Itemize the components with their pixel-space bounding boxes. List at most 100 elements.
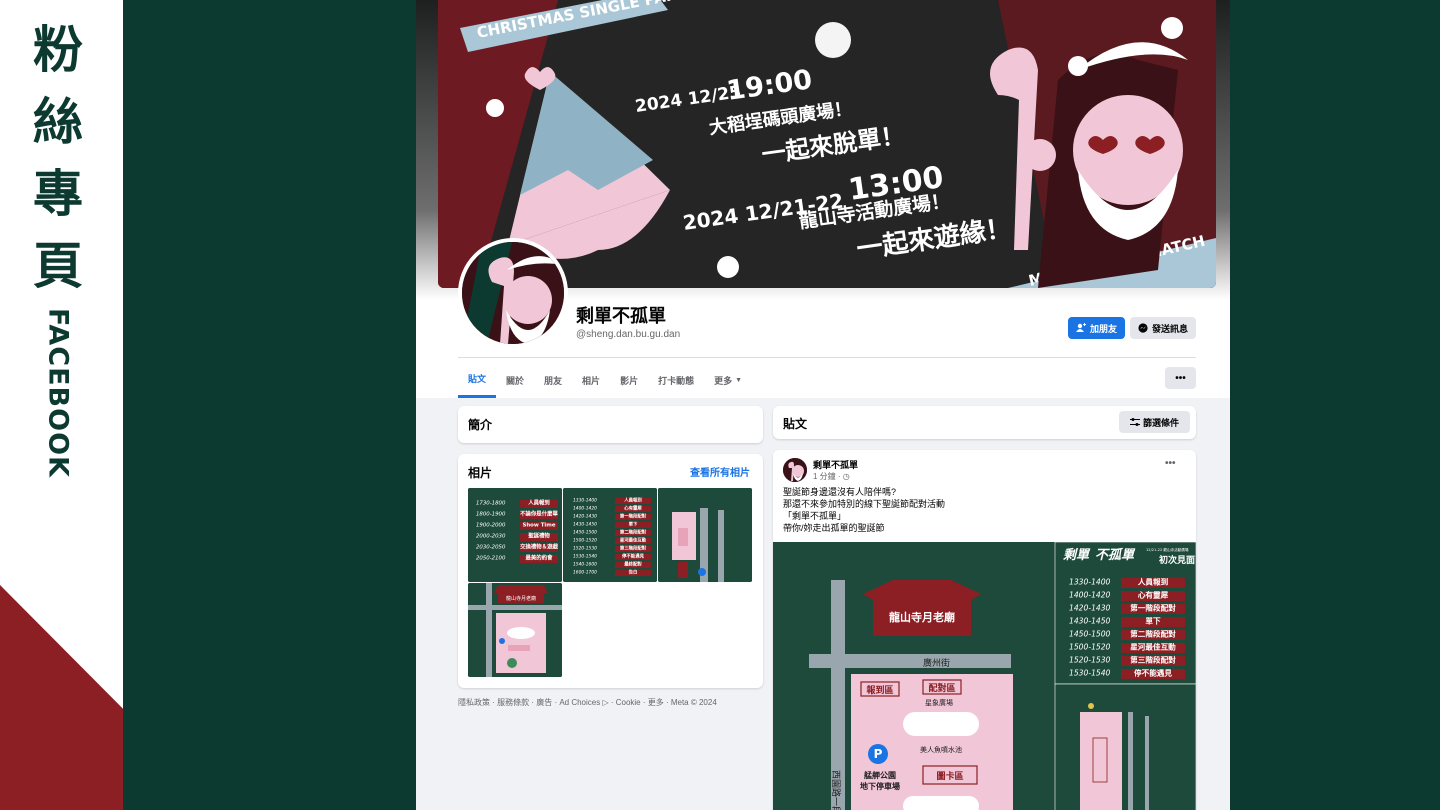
map-checkin-label: 報到區 — [866, 684, 893, 696]
post-media[interactable]: 龍山寺月老廟 廣州街 西園路一段 報到區 配對區 星象廣場 美人魚噴水池 P 艋… — [773, 541, 1196, 810]
parking-label: 艋舺公園 — [863, 770, 896, 780]
post-line: 那還不來參加特別的線下聖誕節配對活動 — [783, 499, 946, 509]
schedule-row: 1520-1530 第三階段配對 — [1069, 654, 1185, 666]
schedule-title: 剩單 — [1063, 547, 1091, 563]
page-name: 剩單不孤單 — [576, 306, 666, 326]
schedule-time: 1420-1430 — [573, 514, 597, 520]
send-message-button[interactable]: 發送訊息 — [1130, 317, 1196, 339]
schedule-activity: 第二階段配對 — [620, 529, 647, 536]
schedule-row: 1450-1500 第二階段配對 — [1069, 628, 1185, 640]
side-panel: 粉 絲 專 頁 FACEBOOK — [0, 0, 123, 810]
schedule-subtitle: 初次見面 — [1159, 554, 1195, 566]
tab-label: 貼文 — [468, 374, 487, 384]
filter-icon — [1129, 418, 1140, 426]
schedule-thumbnail-1: 1730-1800 人員報到 1800-1900 不論你是什麼單 1900-2000 Sh… — [468, 488, 562, 582]
schedule-activity: 停不能遇見 — [622, 553, 645, 560]
map-thumbnail — [658, 488, 752, 582]
intro-card: 簡介 — [458, 406, 763, 443]
decorative-red-triangle — [0, 585, 123, 810]
tab-friends[interactable]: 朋友 — [534, 362, 572, 398]
slide-title-char: 頁 — [33, 237, 83, 295]
photo-thumbnail[interactable]: 1730-1800 人員報到 1800-1900 不論你是什麼單 1900-2000 Sh… — [468, 488, 562, 582]
more-options-button[interactable]: ••• — [1165, 367, 1196, 389]
schedule-time: 1430-1450 — [573, 522, 597, 528]
profile-tabs: 貼文 關於 朋友 相片 影片 打卡動態 更多 ▼ — [458, 362, 752, 398]
posts-header-card: 貼文 篩選條件 — [773, 406, 1196, 439]
schedule-activity: 心有靈犀 — [624, 505, 642, 512]
post-timestamp[interactable]: 1 分鐘 · ◷ — [813, 471, 850, 482]
schedule-activity: 最終配對 — [624, 561, 642, 568]
photo-thumbnail[interactable]: 1330-1400 人員報到 1400-1420 心有靈犀 1420-1430 第一階段配… — [563, 488, 657, 582]
schedule-row: 1500-1520 星河最佳互動 — [1069, 641, 1185, 653]
tab-posts[interactable]: 貼文 — [458, 362, 497, 398]
tab-label: 關於 — [506, 375, 525, 386]
schedule-activity: 人員報到 — [1137, 576, 1169, 586]
page-handle: @sheng.dan.bu.gu.dan — [576, 329, 681, 340]
tab-checkins[interactable]: 打卡動態 — [648, 362, 704, 398]
profile-picture-artwork — [462, 242, 564, 344]
schedule-time: 1400-1420 — [1069, 590, 1111, 599]
schedule-time: 1500-1520 — [573, 538, 597, 544]
tab-videos[interactable]: 影片 — [610, 362, 648, 398]
photo-thumbnail[interactable]: 龍山寺月老廟 — [468, 583, 562, 677]
schedule-date: 12/21-22 龍山寺活動廣場 — [1146, 547, 1189, 552]
schedule-activity: 人員報到 — [624, 497, 642, 504]
map-plaza-label: 星象廣場 — [925, 698, 953, 707]
profile-header: CHRISTMAS SINGLE PARTY MEET MINGLE MATCH — [416, 0, 1230, 398]
tab-label: 打卡動態 — [658, 375, 695, 386]
schedule-activity: 人員報到 — [528, 499, 550, 507]
schedule-time: 1430-1450 — [1069, 616, 1111, 625]
filter-label: 篩選條件 — [1142, 417, 1179, 428]
schedule-activity: Show Time — [522, 523, 555, 529]
schedule-time: 1520-1530 — [573, 546, 597, 552]
cover-photo[interactable]: CHRISTMAS SINGLE PARTY MEET MINGLE MATCH — [438, 0, 1216, 288]
schedule-time: 1900-2000 — [476, 523, 506, 529]
messenger-icon — [1138, 323, 1148, 333]
see-all-photos-link[interactable]: 查看所有相片 — [690, 464, 750, 479]
schedule-thumbnail-2: 1330-1400 人員報到 1400-1420 心有靈犀 1420-1430 第一階段配… — [563, 488, 657, 582]
post-menu-button[interactable]: ••• — [1165, 458, 1176, 469]
schedule-time: 1420-1430 — [1069, 603, 1111, 612]
filter-button[interactable]: 篩選條件 — [1119, 411, 1190, 433]
post-author-avatar[interactable] — [783, 458, 807, 482]
schedule-activity: 第三階段配對 — [1130, 654, 1176, 664]
schedule-activity: 單下 — [1145, 615, 1161, 625]
schedule-activity: 單下 — [629, 521, 638, 528]
intro-title: 簡介 — [468, 418, 493, 432]
post-author-name[interactable]: 剩單不孤單 — [813, 458, 858, 471]
schedule-activity: 最美的約會 — [526, 554, 554, 562]
schedule-activity: 不論你是什麼單 — [520, 510, 558, 518]
cover-artwork: CHRISTMAS SINGLE PARTY MEET MINGLE MATCH — [438, 0, 1216, 288]
schedule-time: 1600-1700 — [573, 570, 597, 576]
schedule-activity: 交換禮物＆遊戲 — [520, 543, 558, 551]
slide-subtitle-text: FACEBOOK — [42, 308, 74, 478]
schedule-time: 2050-2100 — [476, 556, 506, 562]
schedule-time: 1530-1540 — [573, 554, 597, 560]
parking-label: 地下停車場 — [860, 781, 900, 791]
slide-subtitle: FACEBOOK — [28, 308, 88, 478]
profile-picture[interactable] — [458, 238, 568, 348]
footer-links[interactable]: 隱私政策 · 服務條款 · 廣告 · Ad Choices ▷ · Cookie… — [458, 697, 717, 708]
photos-title: 相片 — [468, 466, 493, 480]
slide-title-char: 絲 — [33, 93, 83, 151]
schedule-time: 1450-1500 — [1069, 629, 1111, 638]
chevron-down-icon: ▼ — [735, 376, 743, 384]
tab-photos[interactable]: 相片 — [572, 362, 610, 398]
schedule-time: 1800-1900 — [476, 512, 506, 518]
post-card: 剩單不孤單 1 分鐘 · ◷ ••• 聖誕節身邊還沒有人陪伴嗎? 那還不來參加特… — [773, 450, 1196, 810]
map-card-label: 圖卡區 — [936, 770, 963, 782]
map-temple-label: 龍山寺月老廟 — [506, 595, 536, 602]
schedule-activity: 星河最佳互動 — [1130, 641, 1176, 651]
schedule-activity: 第三階段配對 — [620, 545, 647, 552]
tab-about[interactable]: 關於 — [496, 362, 534, 398]
photo-thumbnail[interactable] — [658, 488, 752, 582]
add-friend-button[interactable]: 加朋友 — [1068, 317, 1125, 339]
schedule-time: 1400-1420 — [573, 506, 597, 512]
slide-title-char: 專 — [33, 165, 83, 223]
header-divider — [458, 357, 1196, 358]
schedule-time: 1450-1500 — [573, 530, 597, 536]
tab-label: 朋友 — [544, 375, 563, 386]
schedule-time: 1540-1600 — [573, 562, 597, 568]
tab-more[interactable]: 更多 ▼ — [704, 362, 752, 398]
post-line: 帶你/妳走出孤單的聖誕節 — [783, 523, 885, 533]
